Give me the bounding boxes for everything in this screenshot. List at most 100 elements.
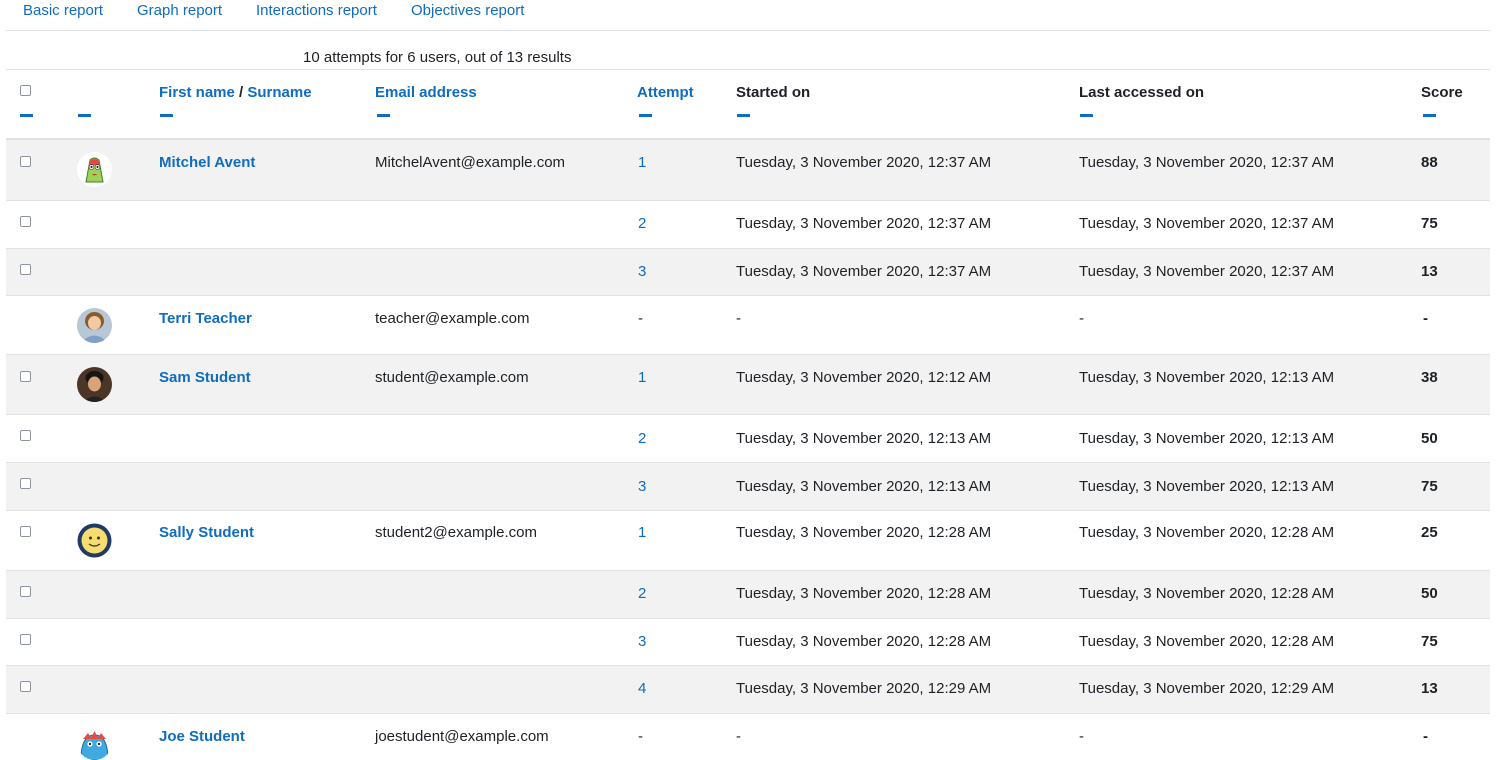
tab-objectives-report[interactable]: Objectives report <box>411 2 524 19</box>
sort-email-link[interactable]: Email address <box>375 84 477 101</box>
table-header: First name / Surname Email address Attem… <box>6 70 1490 140</box>
started-cell: Tuesday, 3 November 2020, 12:28 AM <box>736 585 992 602</box>
table-row: 3 Tuesday, 3 November 2020, 12:37 AM Tue… <box>6 249 1490 296</box>
monster-avatar-icon <box>77 725 112 760</box>
results-summary: 10 attempts for 6 users, out of 13 resul… <box>303 49 572 66</box>
attempt-link[interactable]: 1 <box>638 524 646 541</box>
email-cell: joestudent@example.com <box>375 728 549 745</box>
last-accessed-cell: - <box>1079 728 1084 745</box>
row-checkbox[interactable] <box>20 216 31 227</box>
last-accessed-cell: Tuesday, 3 November 2020, 12:37 AM <box>1079 154 1335 171</box>
row-checkbox[interactable] <box>20 156 31 167</box>
tab-graph-report[interactable]: Graph report <box>137 2 222 19</box>
row-checkbox[interactable] <box>20 681 31 692</box>
attempt-link[interactable]: 3 <box>638 478 646 495</box>
tab-interactions-report[interactable]: Interactions report <box>256 2 377 19</box>
table-row: 2 Tuesday, 3 November 2020, 12:13 AM Tue… <box>6 415 1490 463</box>
attempt-link[interactable]: 1 <box>638 154 646 171</box>
started-cell: Tuesday, 3 November 2020, 12:37 AM <box>736 263 992 280</box>
user-photo-icon <box>77 308 112 343</box>
started-cell: Tuesday, 3 November 2020, 12:37 AM <box>736 154 992 171</box>
email-header: Email address <box>375 84 477 101</box>
collapse-select-icon[interactable] <box>20 114 33 117</box>
avatar-joe-student[interactable] <box>77 725 112 760</box>
attempt-link[interactable]: 3 <box>638 263 646 280</box>
attempt-link[interactable]: 1 <box>638 369 646 386</box>
sort-first-name-link[interactable]: First name <box>159 84 235 101</box>
collapse-picture-icon[interactable] <box>78 114 91 117</box>
tab-basic-report[interactable]: Basic report <box>23 2 103 19</box>
collapse-attempt-icon[interactable] <box>639 114 652 117</box>
attempt-header: Attempt <box>637 84 694 101</box>
table-row: 3 Tuesday, 3 November 2020, 12:28 AM Tue… <box>6 619 1490 666</box>
score-cell: - <box>1423 310 1428 327</box>
row-checkbox[interactable] <box>20 478 31 489</box>
row-checkbox[interactable] <box>20 634 31 645</box>
last-accessed-header: Last accessed on <box>1079 84 1205 101</box>
started-cell: Tuesday, 3 November 2020, 12:29 AM <box>736 680 992 697</box>
table-row: 2 Tuesday, 3 November 2020, 12:37 AM Tue… <box>6 201 1490 249</box>
last-accessed-cell: Tuesday, 3 November 2020, 12:13 AM <box>1079 369 1335 386</box>
row-checkbox[interactable] <box>20 264 31 275</box>
collapse-name-icon[interactable] <box>160 114 173 117</box>
monster-avatar-icon <box>77 152 112 187</box>
user-name-link[interactable]: Mitchel Avent <box>159 154 255 171</box>
avatar-terri-teacher[interactable] <box>77 308 112 343</box>
table-row: Joe Student joestudent@example.com - - -… <box>6 714 1490 760</box>
sort-attempt-link[interactable]: Attempt <box>637 84 694 101</box>
attempt-cell: - <box>638 728 643 745</box>
avatar-sam-student[interactable] <box>77 367 112 402</box>
user-name-link[interactable]: Joe Student <box>159 728 245 745</box>
user-name-link[interactable]: Terri Teacher <box>159 310 252 327</box>
started-cell: Tuesday, 3 November 2020, 12:13 AM <box>736 478 992 495</box>
started-cell: Tuesday, 3 November 2020, 12:28 AM <box>736 524 992 541</box>
score-cell: 13 <box>1421 263 1438 280</box>
collapse-score-icon[interactable] <box>1423 114 1436 117</box>
name-separator: / <box>239 84 244 101</box>
collapse-email-icon[interactable] <box>377 114 390 117</box>
table-row: 4 Tuesday, 3 November 2020, 12:29 AM Tue… <box>6 666 1490 714</box>
last-accessed-cell: - <box>1079 310 1084 327</box>
table-row: Mitchel Avent MitchelAvent@example.com 1… <box>6 140 1490 201</box>
score-cell: 50 <box>1421 585 1438 602</box>
score-header: Score <box>1421 84 1463 101</box>
row-checkbox[interactable] <box>20 430 31 441</box>
sort-surname-link[interactable]: Surname <box>247 84 311 101</box>
last-accessed-cell: Tuesday, 3 November 2020, 12:28 AM <box>1079 524 1335 541</box>
user-photo-icon <box>77 367 112 402</box>
email-cell: student@example.com <box>375 369 529 386</box>
score-cell: 75 <box>1421 633 1438 650</box>
attempt-link[interactable]: 2 <box>638 430 646 447</box>
email-cell: teacher@example.com <box>375 310 530 327</box>
collapse-last-accessed-icon[interactable] <box>1080 114 1093 117</box>
started-cell: - <box>736 728 741 745</box>
email-cell: student2@example.com <box>375 524 537 541</box>
last-accessed-cell: Tuesday, 3 November 2020, 12:29 AM <box>1079 680 1335 697</box>
attempt-link[interactable]: 2 <box>638 215 646 232</box>
user-name-link[interactable]: Sam Student <box>159 369 251 386</box>
report-tabs: Basic report Graph report Interactions r… <box>6 0 1490 31</box>
collapse-started-icon[interactable] <box>737 114 750 117</box>
select-all-checkbox[interactable] <box>20 85 31 96</box>
started-cell: Tuesday, 3 November 2020, 12:12 AM <box>736 369 992 386</box>
last-accessed-cell: Tuesday, 3 November 2020, 12:37 AM <box>1079 215 1335 232</box>
started-cell: Tuesday, 3 November 2020, 12:37 AM <box>736 215 992 232</box>
started-cell: - <box>736 310 741 327</box>
started-cell: Tuesday, 3 November 2020, 12:13 AM <box>736 430 992 447</box>
score-cell: 75 <box>1421 478 1438 495</box>
table-row: Terri Teacher teacher@example.com - - - … <box>6 296 1490 355</box>
attempt-link[interactable]: 3 <box>638 633 646 650</box>
avatar-mitchel-avent[interactable] <box>77 152 112 187</box>
row-checkbox[interactable] <box>20 586 31 597</box>
row-checkbox[interactable] <box>20 526 31 537</box>
user-name-link[interactable]: Sally Student <box>159 524 254 541</box>
last-accessed-cell: Tuesday, 3 November 2020, 12:28 AM <box>1079 585 1335 602</box>
attempt-link[interactable]: 2 <box>638 585 646 602</box>
row-checkbox[interactable] <box>20 371 31 382</box>
avatar-sally-student[interactable] <box>77 523 112 558</box>
score-cell: - <box>1423 728 1428 745</box>
table-row: 3 Tuesday, 3 November 2020, 12:13 AM Tue… <box>6 463 1490 511</box>
attempt-cell: - <box>638 310 643 327</box>
started-cell: Tuesday, 3 November 2020, 12:28 AM <box>736 633 992 650</box>
attempt-link[interactable]: 4 <box>638 680 646 697</box>
